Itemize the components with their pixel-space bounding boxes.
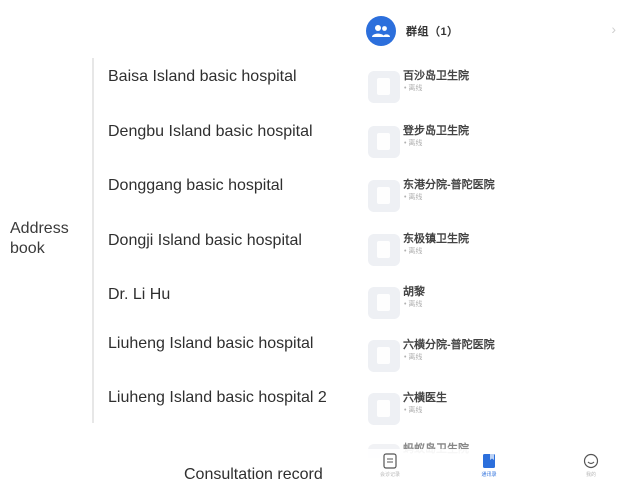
contact-status: • 离线	[404, 354, 423, 361]
address-book-label: Address book	[10, 220, 69, 257]
profile-icon	[583, 453, 599, 469]
group-icon	[366, 16, 396, 46]
avatar	[368, 287, 400, 319]
address-book-panel: 群组（1） › 百沙岛卫生院 • 离线 登步岛卫生院 • 离线 东港分院-普陀医…	[352, 0, 626, 485]
group-name: 群组（1）	[406, 26, 459, 38]
nav-profile[interactable]: 我的	[571, 453, 611, 483]
contact-item[interactable]: 百沙岛卫生院 • 离线	[352, 63, 626, 109]
contact-status: • 离线	[404, 85, 423, 92]
contact-item[interactable]: 六横医生 • 离线	[352, 385, 626, 431]
contact-name: 六横分院-普陀医院	[403, 339, 495, 351]
contact-item[interactable]: 登步岛卫生院 • 离线	[352, 118, 626, 164]
contact-name: 胡黎	[403, 286, 425, 298]
group-row[interactable]: 群组（1） ›	[360, 14, 622, 48]
nav-address-book[interactable]: 通讯录	[469, 453, 509, 483]
nav-consultation-record[interactable]: 会诊记录	[370, 453, 410, 483]
contact-status: • 离线	[404, 140, 423, 147]
address-book-icon	[483, 454, 495, 468]
avatar	[368, 180, 400, 212]
chevron-right-icon: ›	[611, 21, 616, 37]
contact-status: • 离线	[404, 301, 423, 308]
contact-label-en: Dr. Li Hu	[108, 286, 171, 303]
bottom-nav: 会诊记录 通讯录 我的	[352, 449, 626, 485]
contact-name: 六横医生	[403, 392, 447, 404]
contact-name: 东极镇卫生院	[403, 233, 469, 245]
contact-status: • 离线	[404, 194, 423, 201]
contact-status: • 离线	[404, 248, 423, 255]
nav-label: 通讯录	[481, 472, 497, 478]
nav-label: 我的	[585, 472, 596, 478]
contact-label-en: Liuheng Island basic hospital	[108, 335, 314, 352]
contact-item[interactable]: 东港分院-普陀医院 • 离线	[352, 172, 626, 218]
avatar	[368, 71, 400, 103]
contact-label-en: Dongji Island basic hospital	[108, 232, 302, 249]
document-icon	[383, 453, 397, 469]
contact-name: 百沙岛卫生院	[403, 70, 469, 82]
avatar	[368, 340, 400, 372]
consultation-record-label: Consultation record	[184, 466, 323, 483]
nav-label: 会诊记录	[379, 472, 400, 478]
contact-name: 东港分院-普陀医院	[403, 179, 495, 191]
avatar	[368, 393, 400, 425]
contact-label-en: Baisa Island basic hospital	[108, 68, 297, 85]
avatar	[368, 126, 400, 158]
contact-item[interactable]: 六横分院-普陀医院 • 离线	[352, 332, 626, 378]
contact-label-en: Dengbu Island basic hospital	[108, 123, 313, 140]
bracket-divider	[92, 58, 94, 423]
contact-status: • 离线	[404, 407, 423, 414]
avatar	[368, 234, 400, 266]
contact-item[interactable]: 东极镇卫生院 • 离线	[352, 226, 626, 272]
contact-label-en: Donggang basic hospital	[108, 177, 284, 194]
contact-name: 登步岛卫生院	[403, 125, 469, 137]
contact-item[interactable]: 胡黎 • 离线	[352, 279, 626, 325]
contact-label-en: Liuheng Island basic hospital 2	[108, 389, 327, 406]
